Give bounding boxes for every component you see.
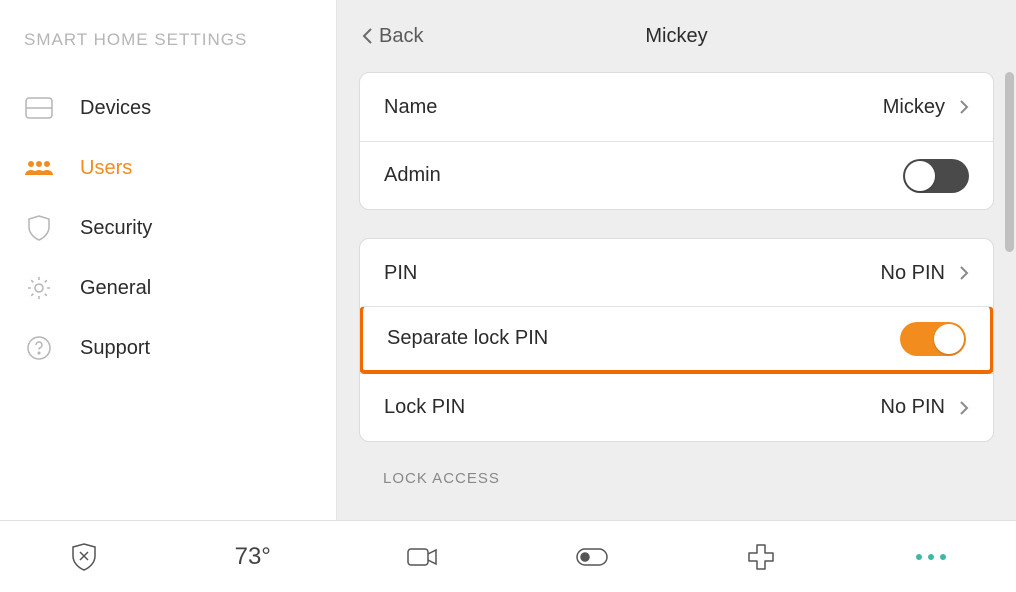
row-label: Name	[384, 96, 437, 119]
sidebar-item-support[interactable]: Support	[0, 318, 336, 378]
admin-toggle[interactable]	[903, 159, 969, 193]
row-label: Separate lock PIN	[387, 327, 548, 350]
sidebar-item-users[interactable]: Users	[0, 138, 336, 198]
row-separate-lock-pin: Separate lock PIN	[359, 306, 994, 374]
bottom-add-button[interactable]	[677, 521, 847, 592]
content-area: Name Mickey Admin PIN	[337, 72, 1016, 495]
row-pin[interactable]: PIN No PIN	[360, 239, 993, 307]
help-icon	[24, 336, 54, 360]
bottom-security-button[interactable]	[0, 543, 169, 571]
sidebar: SMART HOME SETTINGS Devices Users	[0, 0, 337, 520]
bottom-toggle-button[interactable]	[507, 521, 677, 592]
shield-icon	[24, 215, 54, 241]
sidebar-item-label: General	[80, 277, 151, 300]
main-panel: Back Mickey Name Mickey Admin	[337, 0, 1016, 520]
scrollbar-thumb[interactable]	[1005, 72, 1014, 252]
row-label: Admin	[384, 164, 441, 187]
bottom-camera-button[interactable]	[337, 521, 507, 592]
chevron-left-icon	[361, 27, 373, 45]
row-label: PIN	[384, 262, 417, 285]
sidebar-item-label: Devices	[80, 97, 151, 120]
chevron-right-icon	[959, 99, 969, 115]
row-value: Mickey	[883, 96, 945, 119]
users-icon	[24, 159, 54, 177]
gear-icon	[24, 275, 54, 301]
toggle-icon	[575, 547, 609, 567]
row-lock-pin[interactable]: Lock PIN No PIN	[360, 373, 993, 441]
sidebar-item-general[interactable]: General	[0, 258, 336, 318]
sidebar-item-devices[interactable]: Devices	[0, 78, 336, 138]
row-value: No PIN	[881, 262, 945, 285]
sidebar-item-label: Users	[80, 157, 132, 180]
main-header: Back Mickey	[337, 0, 1016, 72]
sidebar-item-label: Security	[80, 217, 152, 240]
bottom-temperature-button[interactable]: 73°	[169, 543, 338, 571]
bottom-more-button[interactable]	[846, 521, 1016, 592]
back-button[interactable]: Back	[361, 25, 423, 48]
sidebar-item-label: Support	[80, 337, 150, 360]
page-title: Mickey	[645, 25, 707, 48]
chevron-right-icon	[959, 400, 969, 416]
row-label: Lock PIN	[384, 396, 465, 419]
temperature-value: 73°	[235, 543, 271, 571]
settings-group: PIN No PIN Separate lock PIN Lock PIN N	[359, 238, 994, 442]
separate-lock-pin-toggle[interactable]	[900, 322, 966, 356]
sidebar-title: SMART HOME SETTINGS	[0, 30, 336, 50]
row-name[interactable]: Name Mickey	[360, 73, 993, 141]
bottom-bar: 73°	[0, 520, 1016, 592]
plus-icon	[748, 544, 774, 570]
sidebar-item-security[interactable]: Security	[0, 198, 336, 258]
row-value: No PIN	[881, 396, 945, 419]
shield-x-icon	[71, 543, 97, 571]
chevron-right-icon	[959, 265, 969, 281]
more-dots-icon	[916, 554, 946, 560]
back-label: Back	[379, 25, 423, 48]
row-admin: Admin	[360, 141, 993, 209]
section-header-lock-access: LOCK ACCESS	[359, 470, 994, 495]
camera-icon	[406, 546, 438, 568]
devices-icon	[24, 97, 54, 119]
settings-group: Name Mickey Admin	[359, 72, 994, 210]
